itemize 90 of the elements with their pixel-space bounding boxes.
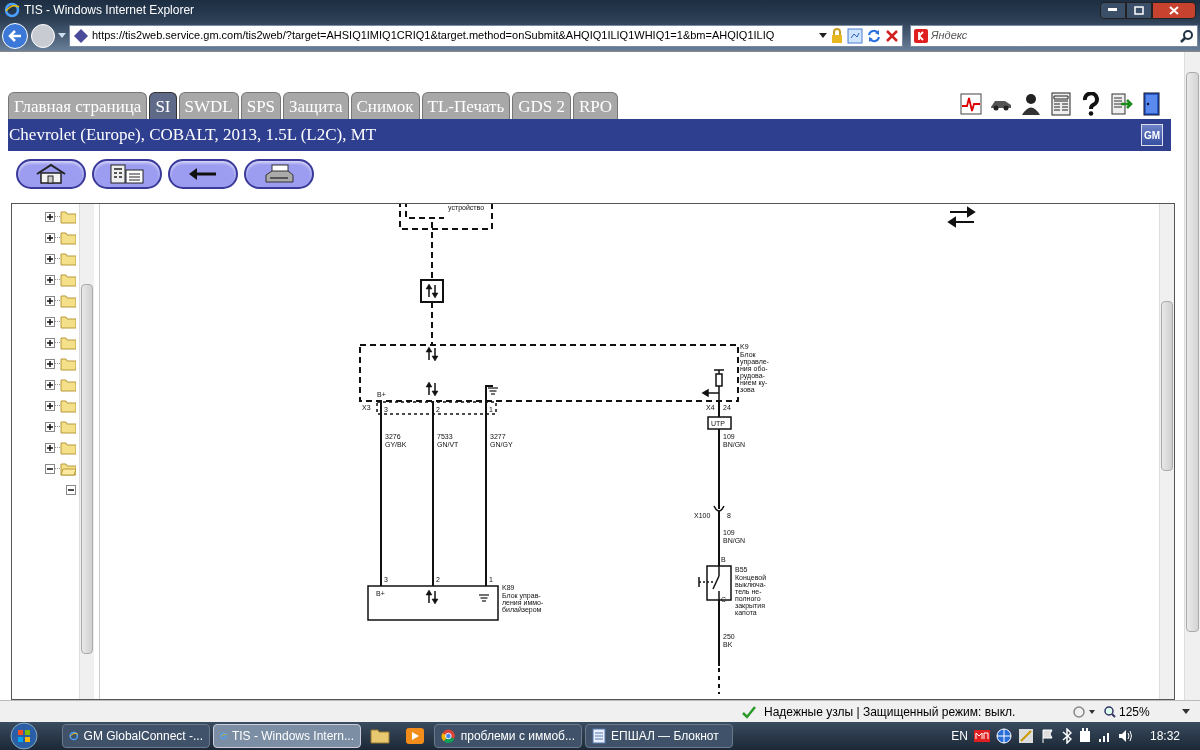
browser-icon	[441, 728, 456, 744]
url-text: https://tis2web.service.gm.com/tis2web/?target=AHSIQ1IMIQ1CRIQ1&target.method=onSubmit&AHQIQ1ILIQ1WHIQ1=1&bm=AHQIQ1ILIQ	[92, 28, 776, 44]
dropdown-caret-icon[interactable]	[819, 32, 827, 39]
home-icon	[34, 162, 68, 185]
printer-icon	[262, 162, 296, 185]
expand-icon[interactable]	[45, 358, 55, 369]
browser-icon	[4, 2, 20, 18]
collapse-icon[interactable]	[66, 484, 76, 495]
search-provider-icon	[914, 28, 928, 43]
expand-icon[interactable]	[45, 337, 55, 348]
forward-button[interactable]	[31, 23, 55, 48]
tab[interactable]: SI	[149, 92, 177, 119]
expand-icon[interactable]	[45, 211, 55, 222]
expand-icon[interactable]	[45, 421, 55, 432]
folder-icon[interactable]	[370, 727, 390, 745]
bidirectional-arrows-icon	[425, 589, 439, 605]
wire	[718, 400, 720, 418]
app-tray-icon[interactable]	[973, 730, 990, 742]
collapse-icon[interactable]	[45, 463, 55, 474]
refresh-icon[interactable]	[866, 27, 882, 44]
taskbar-item[interactable]: GM GlobalConnect -...	[62, 724, 210, 748]
language-indicator[interactable]: EN	[951, 727, 968, 745]
expand-icon[interactable]	[45, 232, 55, 243]
wire	[718, 599, 720, 667]
scrollbar[interactable]	[1184, 52, 1200, 700]
data-arrows-icon	[425, 283, 439, 299]
splice-box	[707, 416, 732, 430]
resistor-symbol	[713, 369, 725, 402]
swap-arrows-icon[interactable]	[947, 206, 976, 228]
ground-symbol	[487, 387, 499, 395]
search-icon[interactable]	[1180, 28, 1194, 43]
zoom-icon[interactable]	[1104, 705, 1116, 718]
expand-icon[interactable]	[45, 316, 55, 327]
close-button[interactable]	[1152, 1, 1196, 19]
taskbar-item[interactable]: TIS - Windows Intern...	[213, 724, 361, 748]
expand-icon[interactable]	[45, 442, 55, 453]
home-button[interactable]	[16, 158, 86, 189]
person-icon[interactable]	[1019, 92, 1043, 116]
documents-button[interactable]	[92, 158, 162, 189]
scrollbar[interactable]	[1159, 204, 1174, 699]
hood-switch-symbol	[698, 565, 732, 601]
speaker-icon[interactable]	[1117, 729, 1134, 743]
scrollbar[interactable]	[79, 204, 94, 699]
print-button[interactable]	[244, 158, 314, 189]
site-icon	[73, 27, 89, 44]
inline-connector-symbol	[713, 505, 725, 512]
left-arrow-icon	[701, 388, 720, 398]
brand-logo: GM	[1141, 124, 1163, 146]
back-arrow-icon	[8, 29, 22, 42]
maximize-button[interactable]	[1126, 1, 1152, 19]
lock-settings-icon[interactable]	[1072, 704, 1096, 719]
media-player-icon[interactable]	[405, 727, 425, 745]
tools-tray-icon[interactable]	[1017, 728, 1034, 744]
expand-icon[interactable]	[45, 295, 55, 306]
export-document-icon[interactable]	[1109, 92, 1133, 116]
security-zone-text[interactable]: Надежные узлы | Защищенный режим: выкл.	[764, 702, 1064, 721]
checkmark-icon	[742, 704, 756, 719]
taskbar-item[interactable]: проблеми с иммоб...	[434, 724, 582, 748]
bidirectional-arrows-icon	[425, 346, 439, 362]
dashed-link-line	[718, 667, 720, 695]
expand-icon[interactable]	[45, 274, 55, 285]
maximize-icon	[1134, 5, 1144, 15]
address-field[interactable]: https://tis2web.service.gm.com/tis2web/?target=AHSIQ1IMIQ1CRIQ1&target.method=onSubmit&AHQIQ1ILIQ1WHIQ1=1&bm=AHQIQ1ILIQ	[69, 24, 903, 47]
power-plug-icon[interactable]	[1077, 728, 1092, 744]
expand-icon[interactable]	[45, 253, 55, 264]
zoom-level[interactable]: 125%	[1119, 702, 1150, 721]
minimize-icon	[1108, 8, 1118, 12]
dropdown-caret-icon[interactable]	[1182, 708, 1190, 715]
flag-tray-icon[interactable]	[1039, 728, 1056, 744]
stop-icon[interactable]	[885, 28, 899, 43]
minimize-button[interactable]	[1100, 1, 1126, 19]
expand-icon[interactable]	[45, 379, 55, 390]
back-button[interactable]	[168, 158, 238, 189]
bluetooth-icon[interactable]	[1061, 728, 1072, 744]
compatibility-view-icon[interactable]	[847, 27, 863, 44]
network-globe-icon[interactable]	[995, 728, 1012, 744]
ground-symbol	[478, 594, 490, 602]
close-icon	[1169, 5, 1179, 15]
vehicle-description: Chevrolet (Europe), COBALT, 2013, 1.5L (L2C), MT	[9, 124, 377, 147]
window-title: TIS - Windows Internet Explorer	[24, 2, 195, 19]
bidirectional-arrows-icon	[425, 381, 439, 397]
chart-icon[interactable]	[959, 92, 983, 116]
taskbar-item[interactable]: ЕПШАЛ — Блокнот	[585, 724, 733, 748]
notepad-icon	[592, 728, 606, 744]
back-arrow-icon	[188, 166, 218, 181]
clock[interactable]: 18:32	[1149, 727, 1180, 745]
expand-icon[interactable]	[45, 400, 55, 411]
search-input[interactable]: Яндекс	[931, 27, 1177, 44]
search-field[interactable]: Яндекс	[910, 24, 1198, 47]
newspaper-icon[interactable]	[1049, 92, 1073, 116]
